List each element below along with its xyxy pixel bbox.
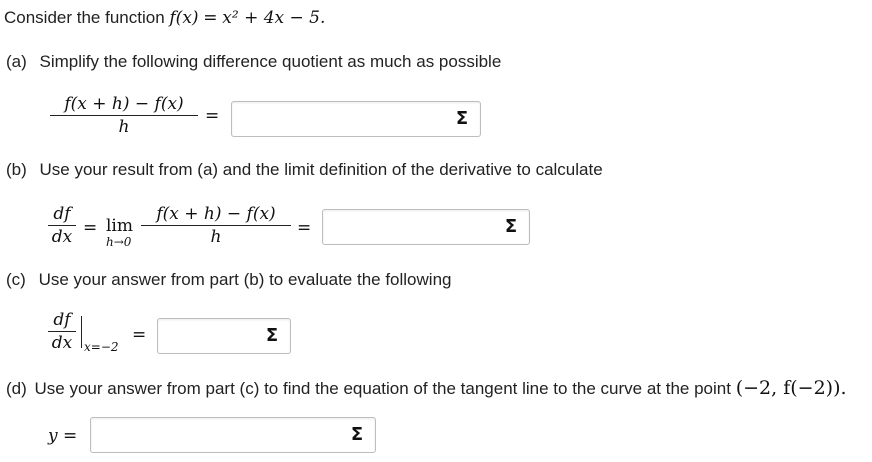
part-c-answer-input[interactable] (160, 321, 250, 351)
part-d-answer-box: Σ (90, 417, 376, 453)
part-b-numerator: f(x + h) − f(x) (156, 204, 276, 224)
part-b-equals-1: = (83, 218, 98, 238)
problem-intro: Consider the function f(x) = x² + 4x − 5… (4, 8, 325, 28)
sigma-icon[interactable]: Σ (345, 423, 369, 447)
part-b-answer-input[interactable] (325, 212, 489, 242)
equals-sign: = (203, 8, 218, 28)
part-c-equals: = (132, 325, 147, 345)
sigma-icon[interactable]: Σ (450, 107, 474, 131)
part-b-d-den: dx (51, 227, 73, 247)
part-b-denominator: h (210, 227, 222, 247)
part-b-text: Use your result from (a) and the limit d… (39, 160, 603, 179)
intro-text: Consider the function (4, 8, 165, 27)
part-b-derivative: df dx (48, 203, 76, 248)
part-b-fraction: f(x + h) − f(x) h (141, 203, 291, 248)
part-c-prompt: (c) Use your answer from part (b) to eva… (6, 270, 451, 290)
part-a-fraction: f(x + h) − f(x) h (50, 93, 198, 138)
part-b-d-num: df (53, 204, 71, 224)
part-a-answer-box: Σ (231, 101, 481, 137)
part-a-text: Simplify the following difference quotie… (39, 52, 502, 71)
part-a-prompt: (a) Simplify the following difference qu… (6, 52, 501, 72)
part-b-prompt: (b) Use your result from (a) and the lim… (6, 160, 603, 180)
sigma-icon[interactable]: Σ (260, 324, 284, 348)
function-rhs: x² + 4x − 5. (222, 8, 326, 28)
part-d-label: (d) (6, 379, 27, 398)
evaluation-point: x=−2 (84, 340, 119, 354)
part-c-d-num: df (53, 310, 71, 330)
part-a-answer-input[interactable] (234, 104, 440, 134)
y-label: y = (48, 426, 78, 446)
tangent-point: (−2, f(−2)). (735, 377, 847, 399)
part-c-answer-box: Σ (157, 318, 291, 354)
part-c-text: Use your answer from part (b) to evaluat… (38, 270, 452, 289)
part-a-label: (a) (6, 52, 27, 71)
evaluation-bar (81, 316, 82, 348)
part-c-derivative: df dx (48, 309, 76, 354)
part-a-equals: = (205, 106, 220, 126)
part-c-d-den: dx (51, 333, 73, 353)
limit-operator: lim (106, 216, 133, 236)
part-d-prompt: (d) Use your answer from part (c) to fin… (6, 377, 847, 399)
part-d-text: Use your answer from part (c) to find th… (34, 379, 731, 398)
part-a-denominator: h (118, 117, 130, 137)
sigma-icon[interactable]: Σ (499, 215, 523, 239)
part-b-answer-box: Σ (322, 209, 530, 245)
part-b-label: (b) (6, 160, 27, 179)
part-b-equals-2: = (297, 218, 312, 238)
part-a-numerator: f(x + h) − f(x) (64, 94, 184, 114)
part-d-answer-input[interactable] (93, 420, 335, 450)
limit-subscript: h→0 (106, 235, 132, 249)
part-c-label: (c) (6, 270, 26, 289)
function-lhs: f(x) (169, 8, 199, 28)
